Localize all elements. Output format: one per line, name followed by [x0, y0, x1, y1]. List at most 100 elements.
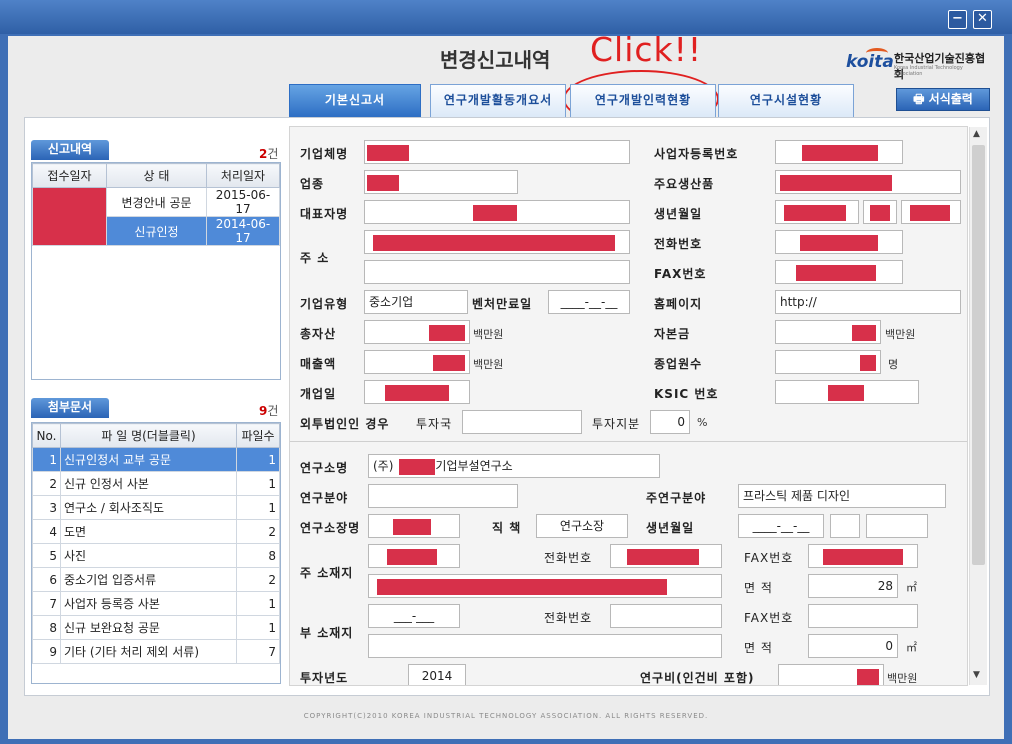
biz-no-field[interactable] — [775, 140, 903, 164]
label-lab-name: 연구소명 — [300, 461, 349, 475]
label-sub-address: 부 소재지 — [300, 626, 354, 640]
director-birth-extra1[interactable] — [830, 514, 860, 538]
minimize-button[interactable]: − — [948, 10, 967, 29]
reports-list: 접수일자 상 태 처리일자 변경안내 공문 2015-06-17 신규인정 20… — [31, 162, 281, 380]
product-field[interactable] — [775, 170, 961, 194]
label-ceo-birth: 생년월일 — [654, 207, 703, 221]
print-label: 서식출력 — [928, 92, 973, 106]
ceo-birth-year[interactable] — [775, 200, 859, 224]
address-line1[interactable] — [364, 230, 630, 254]
tab-basic-report[interactable]: 기본신고서 — [289, 84, 421, 125]
sub-phone-field[interactable] — [610, 604, 722, 628]
tab-rnd-activity[interactable]: 연구개발활동개요서 — [430, 84, 566, 118]
director-birth-extra2[interactable] — [866, 514, 928, 538]
invest-year-field[interactable]: 2014 — [408, 664, 466, 685]
scroll-down-icon[interactable]: ▼ — [973, 670, 980, 680]
label-biz-no: 사업자등록번호 — [654, 147, 739, 161]
company-type-field[interactable]: 중소기업 — [364, 290, 468, 314]
list-item[interactable]: 5 사진 8 — [32, 543, 280, 568]
tab-rnd-personnel[interactable]: 연구개발인력현황 — [570, 84, 716, 118]
company-name-field[interactable] — [364, 140, 630, 164]
list-item[interactable]: 8 신규 보완요청 공문 1 — [32, 615, 280, 640]
table-row[interactable]: 변경안내 공문 2015-06-17 — [32, 187, 280, 246]
application-window: − ✕ 변경신고내역 Click!! koita 한국산업기술진흥협회 Kore… — [0, 0, 1012, 744]
lab-fax-field[interactable] — [808, 544, 918, 568]
list-item-selected[interactable]: 1 신규인정서 교부 공문 1 — [32, 447, 280, 472]
ceo-birth-month[interactable] — [863, 200, 897, 224]
label-product: 주요생산품 — [654, 177, 715, 191]
reports-section-title: 신고내역 — [31, 140, 109, 160]
sub-fax-field[interactable] — [808, 604, 918, 628]
label-main-address: 주 소재지 — [300, 566, 354, 580]
director-birth-field[interactable]: ____-__-__ — [738, 514, 824, 538]
ceo-birth-day[interactable] — [901, 200, 961, 224]
page-title: 변경신고내역 — [440, 48, 551, 72]
total-assets-field[interactable] — [364, 320, 470, 344]
sub-area-field[interactable]: 0 — [808, 634, 898, 658]
list-item[interactable]: 2 신규 인정서 사본 1 — [32, 471, 280, 496]
address-line2[interactable] — [364, 260, 630, 284]
print-form-button[interactable]: 🖶 서식출력 — [896, 88, 990, 111]
label-fax: FAX번호 — [654, 267, 707, 281]
attachments-count: 9건 — [259, 404, 279, 418]
close-button[interactable]: ✕ — [973, 10, 992, 29]
lab-name-field[interactable]: (주) 기업부설연구소 — [368, 454, 660, 478]
label-invest-country: 투자국 — [416, 417, 453, 431]
label-invest-year: 투자년도 — [300, 671, 349, 685]
venture-expiry-field[interactable]: ____-__-__ — [548, 290, 630, 314]
col-received-date: 접수일자 — [32, 163, 107, 188]
label-sub-fax: FAX번호 — [744, 611, 794, 625]
rnd-budget-field[interactable] — [778, 664, 884, 685]
list-item[interactable]: 6 중소기업 입증서류 2 — [32, 567, 280, 592]
attachments-list: No. 파 일 명(더블클릭) 파일수 1 신규인정서 교부 공문 1 2 신규 인정… — [31, 422, 281, 684]
invest-ratio-field[interactable]: 0 — [650, 410, 690, 434]
label-homepage: 홈페이지 — [654, 297, 703, 311]
label-sub-area: 면 적 — [744, 641, 773, 655]
reports-count: 2건 — [259, 147, 279, 161]
capital-field[interactable] — [775, 320, 881, 344]
main-address-line[interactable] — [368, 574, 722, 598]
invest-country-field[interactable] — [462, 410, 582, 434]
ceo-field[interactable] — [364, 200, 630, 224]
fax-field[interactable] — [775, 260, 903, 284]
sub-address-zip[interactable]: ___-___ — [368, 604, 460, 628]
list-item[interactable]: 9 기타 (기타 처리 제외 서류) 7 — [32, 639, 280, 664]
label-industry: 업종 — [300, 177, 325, 191]
label-venture-expiry: 벤처만료일 — [472, 297, 533, 311]
koita-logo: koita 한국산업기술진흥협회 Korea Industrial Techno… — [846, 48, 986, 81]
industry-field[interactable] — [364, 170, 518, 194]
list-item[interactable]: 7 사업자 등록증 사본 1 — [32, 591, 280, 616]
col-status: 상 태 — [106, 163, 207, 188]
director-field[interactable] — [368, 514, 460, 538]
label-sub-phone: 전화번호 — [544, 611, 593, 625]
phone-field[interactable] — [775, 230, 903, 254]
founded-field[interactable] — [364, 380, 470, 404]
employees-field[interactable] — [775, 350, 881, 374]
report-form: 기업체명 사업자등록번호 업종 주요생산품 대표자명 생년월일 주 소 전화번호… — [289, 126, 968, 686]
col-file-count: 파일수 — [236, 423, 280, 448]
sub-address-line[interactable] — [368, 634, 722, 658]
main-field-input[interactable]: 프라스틱 제품 디자인 — [738, 484, 946, 508]
label-main-area: 면 적 — [744, 581, 773, 595]
form-scrollbar[interactable]: ▲ ▼ — [969, 127, 987, 685]
label-invest-ratio: 투자지분 — [592, 417, 641, 431]
position-field[interactable]: 연구소장 — [536, 514, 628, 538]
label-director-birth: 생년월일 — [646, 521, 695, 535]
label-foreign-investment: 외투법인인 경우 — [300, 417, 390, 431]
list-item[interactable]: 3 연구소 / 회사조직도 1 — [32, 495, 280, 520]
label-company-type: 기업유형 — [300, 297, 349, 311]
label-address: 주 소 — [300, 251, 330, 265]
tab-research-facility[interactable]: 연구시설현황 — [718, 84, 854, 118]
homepage-field[interactable]: http:// — [775, 290, 961, 314]
lab-phone-field[interactable] — [610, 544, 722, 568]
ksic-field[interactable] — [775, 380, 919, 404]
lab-field-input[interactable] — [368, 484, 518, 508]
title-bar: − ✕ — [0, 0, 1012, 34]
main-address-zip[interactable] — [368, 544, 460, 568]
list-item[interactable]: 4 도면 2 — [32, 519, 280, 544]
scroll-thumb[interactable] — [972, 145, 985, 565]
scroll-up-icon[interactable]: ▲ — [973, 129, 980, 139]
label-founded: 개업일 — [300, 387, 337, 401]
main-area-field[interactable]: 28 — [808, 574, 898, 598]
sales-field[interactable] — [364, 350, 470, 374]
